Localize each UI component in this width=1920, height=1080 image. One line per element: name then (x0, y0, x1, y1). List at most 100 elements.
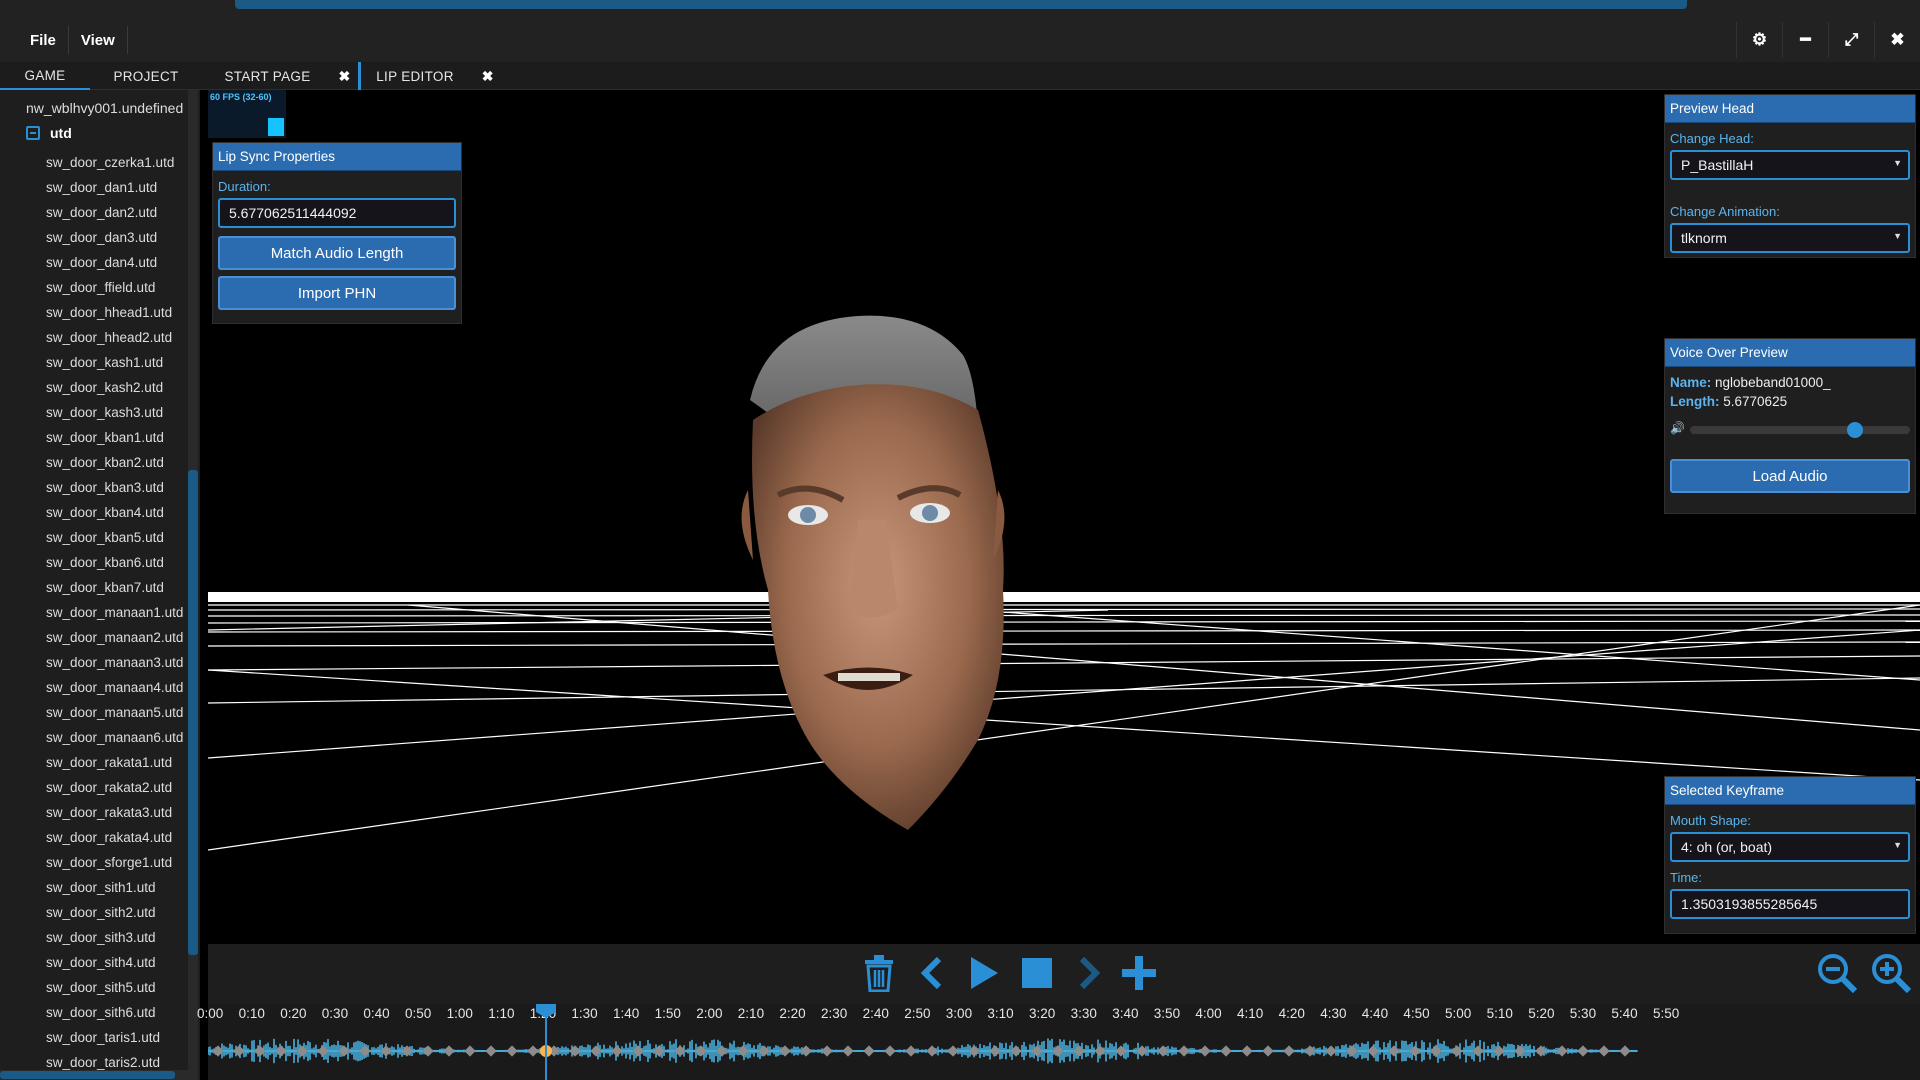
import-phn-button[interactable]: Import PHN (218, 276, 456, 310)
tree-item[interactable]: sw_door_rakata3.utd (46, 800, 183, 825)
tree-item[interactable]: sw_door_kash1.utd (46, 350, 183, 375)
close-icon[interactable]: ✖ (1874, 22, 1920, 58)
maximize-icon[interactable]: ⤢ (1828, 22, 1874, 58)
tree-item[interactable]: sw_door_kban5.utd (46, 525, 183, 550)
tree-item[interactable]: sw_door_dan1.utd (46, 175, 183, 200)
tree-item[interactable]: sw_door_rakata4.utd (46, 825, 183, 850)
tab-game[interactable]: GAME (0, 62, 90, 90)
tree-item[interactable]: sw_door_manaan6.utd (46, 725, 183, 750)
play-icon[interactable] (963, 952, 1005, 994)
3d-viewport[interactable]: 60 FPS (32-60) Lip Sync Properties Durat… (208, 90, 1920, 944)
slider-thumb[interactable] (1847, 422, 1863, 438)
animation-select[interactable]: tlknorm ▼ (1670, 223, 1910, 253)
tree-folder-utd[interactable]: utd (26, 125, 72, 141)
stop-icon[interactable] (1016, 952, 1058, 994)
tree-item[interactable]: sw_door_sith4.utd (46, 950, 183, 975)
head-select[interactable]: P_BastillaH ▼ (1670, 150, 1910, 180)
head-value: P_BastillaH (1681, 157, 1754, 173)
tree-item[interactable]: sw_door_manaan1.utd (46, 600, 183, 625)
tab-lip-editor[interactable]: LIP EDITOR ✖ (370, 62, 500, 90)
close-icon[interactable]: ✖ (482, 68, 494, 85)
tree-item[interactable]: sw_door_kban7.utd (46, 575, 183, 600)
volume-slider[interactable]: 🔊 (1670, 421, 1910, 438)
scroll-thumb[interactable] (0, 1071, 175, 1079)
keyframe-marker (884, 1045, 896, 1057)
add-keyframe-icon[interactable] (1118, 952, 1160, 994)
time-input[interactable]: 1.3503193855285645 (1670, 889, 1910, 919)
tree-item[interactable]: sw_door_kash2.utd (46, 375, 183, 400)
tab-label: LIP EDITOR (376, 68, 454, 84)
horizontal-scrollbar[interactable] (0, 1070, 188, 1080)
tree-item[interactable]: sw_door_hhead2.utd (46, 325, 183, 350)
tab-separator (358, 62, 361, 90)
tree-item[interactable]: sw_door_manaan2.utd (46, 625, 183, 650)
tree-item[interactable]: sw_door_czerka1.utd (46, 150, 183, 175)
tree-item[interactable]: sw_door_kban3.utd (46, 475, 183, 500)
tree-item[interactable]: sw_door_sith2.utd (46, 900, 183, 925)
vertical-scrollbar[interactable] (188, 90, 198, 1080)
panel-title: Voice Over Preview (1665, 339, 1915, 367)
close-icon[interactable]: ✖ (339, 68, 351, 85)
timeline-tick-label: 1:50 (654, 1006, 681, 1021)
duration-input[interactable]: 5.677062511444092 (218, 198, 456, 228)
lip-sync-panel: Lip Sync Properties Duration: 5.67706251… (212, 142, 462, 324)
tree-item[interactable]: sw_door_rakata2.utd (46, 775, 183, 800)
tree-root-item[interactable]: nw_wblhvy001.undefined (26, 100, 183, 116)
tree-item[interactable]: sw_door_kban4.utd (46, 500, 183, 525)
menu-file[interactable]: File (18, 26, 69, 54)
tab-project[interactable]: PROJECT (100, 62, 192, 90)
tree-item[interactable]: sw_door_kban2.utd (46, 450, 183, 475)
tree-item[interactable]: sw_door_sith1.utd (46, 875, 183, 900)
tree-item[interactable]: sw_door_hhead1.utd (46, 300, 183, 325)
menu-view[interactable]: View (69, 26, 128, 54)
tree-item[interactable]: sw_door_manaan4.utd (46, 675, 183, 700)
timeline-tick-label: 0:30 (321, 1006, 349, 1021)
tree-item[interactable]: sw_door_manaan5.utd (46, 700, 183, 725)
tree-item[interactable]: sw_door_sith3.utd (46, 925, 183, 950)
playhead-marker[interactable] (535, 1004, 557, 1018)
tree-item[interactable]: sw_door_kban1.utd (46, 425, 183, 450)
keyframe-marker (1178, 1045, 1190, 1057)
timeline-tick-label: 2:30 (821, 1006, 848, 1021)
next-keyframe-icon[interactable] (1068, 952, 1110, 994)
tree-item[interactable]: sw_door_rakata1.utd (46, 750, 183, 775)
tree-item[interactable]: sw_door_dan2.utd (46, 200, 183, 225)
previous-keyframe-icon[interactable] (911, 952, 953, 994)
timeline-tick-label: 4:20 (1278, 1006, 1305, 1021)
tree-item[interactable]: sw_door_kban6.utd (46, 550, 183, 575)
keyframe-marker (506, 1045, 518, 1057)
timeline-tick-label: 4:30 (1320, 1006, 1347, 1021)
tree-item[interactable]: sw_door_dan3.utd (46, 225, 183, 250)
slider-track[interactable] (1690, 426, 1910, 434)
panel-title: Preview Head (1665, 95, 1915, 123)
tree-item[interactable]: sw_door_sforge1.utd (46, 850, 183, 875)
tree-item[interactable]: sw_door_kash3.utd (46, 400, 183, 425)
tab-start-page[interactable]: START PAGE ✖ (215, 62, 360, 90)
timeline[interactable]: 0:000:100:200:300:400:501:001:101:201:30… (197, 1004, 1920, 1080)
chevron-down-icon: ▼ (1893, 231, 1902, 241)
zoom-in-icon[interactable] (1870, 952, 1912, 994)
mouth-shape-select[interactable]: 4: oh (or, boat) ▼ (1670, 832, 1910, 862)
tree-item[interactable]: sw_door_ffield.utd (46, 275, 183, 300)
tree-item[interactable]: sw_door_sith6.utd (46, 1000, 183, 1025)
folder-label: utd (50, 125, 72, 141)
match-audio-length-button[interactable]: Match Audio Length (218, 236, 456, 270)
timeline-tick-label: 4:00 (1195, 1006, 1222, 1021)
tree-item[interactable]: sw_door_taris1.utd (46, 1025, 183, 1050)
timeline-tick-label: 5:10 (1486, 1006, 1513, 1021)
audio-waveform[interactable] (208, 1026, 1920, 1076)
zoom-out-icon[interactable] (1816, 952, 1858, 994)
trash-icon[interactable] (858, 952, 900, 994)
tree-item[interactable]: sw_door_sith5.utd (46, 975, 183, 1000)
collapse-icon[interactable] (26, 126, 40, 140)
scroll-thumb[interactable] (188, 470, 198, 955)
load-audio-button[interactable]: Load Audio (1670, 459, 1910, 493)
gear-icon[interactable]: ⚙ (1736, 22, 1782, 58)
tab-label: GAME (24, 67, 66, 83)
timeline-tick-label: 1:00 (446, 1006, 473, 1021)
minimize-icon[interactable]: ━ (1782, 22, 1828, 58)
head-model (741, 315, 1005, 830)
tree-item[interactable]: sw_door_manaan3.utd (46, 650, 183, 675)
change-animation-label: Change Animation: (1670, 204, 1780, 219)
tree-item[interactable]: sw_door_dan4.utd (46, 250, 183, 275)
